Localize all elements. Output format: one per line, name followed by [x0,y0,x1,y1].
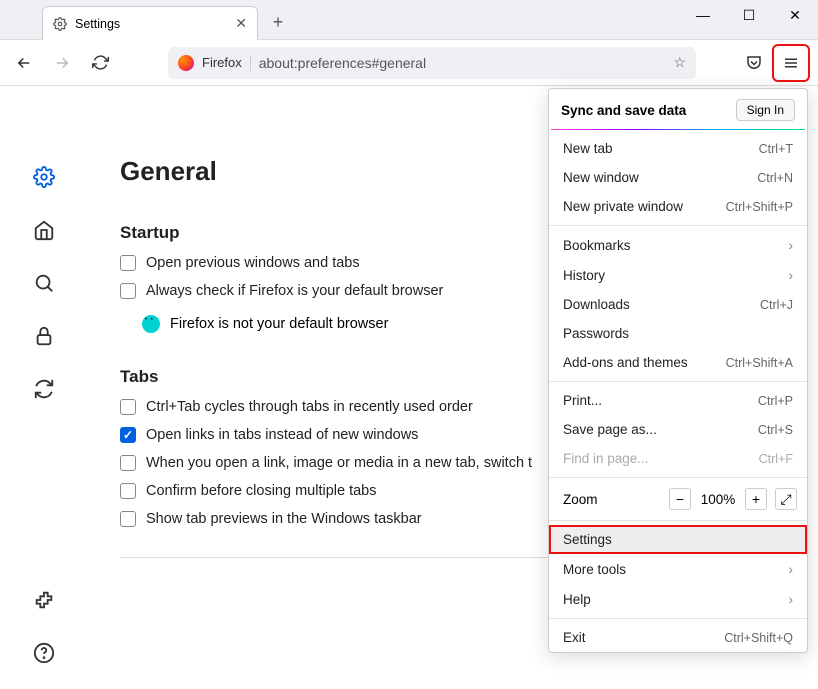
reload-button[interactable] [84,47,116,79]
zoom-in-button[interactable]: + [745,488,767,510]
checkbox-checked-icon[interactable] [120,427,136,443]
confirm-close-label: Confirm before closing multiple tabs [146,483,377,499]
tab-close-icon[interactable]: ✕ [235,15,247,32]
menu-separator [549,618,807,619]
tab-title: Settings [75,17,120,31]
navigation-toolbar: Firefox about:preferences#general ☆ [0,40,818,86]
checkbox-unchecked-icon[interactable] [120,455,136,471]
menu-downloads[interactable]: DownloadsCtrl+J [549,290,807,319]
chevron-right-icon: › [788,237,793,253]
taskbar-preview-label: Show tab previews in the Windows taskbar [146,511,422,527]
open-previous-label: Open previous windows and tabs [146,255,360,271]
menu-passwords[interactable]: Passwords [549,319,807,348]
window-titlebar: Settings ✕ + — ☐ ✕ [0,0,818,40]
menu-sync-header: Sync and save data Sign In [549,89,807,129]
url-separator [250,55,251,71]
firefox-logo-icon [178,55,194,71]
forward-button[interactable] [46,47,78,79]
not-default-label: Firefox is not your default browser [170,316,388,332]
window-close-button[interactable]: ✕ [772,0,818,30]
app-menu-panel: Sync and save data Sign In New tabCtrl+T… [548,88,808,653]
sidebar-general-icon[interactable] [33,166,55,193]
menu-separator [549,477,807,478]
back-button[interactable] [8,47,40,79]
sign-in-button[interactable]: Sign In [736,99,795,121]
sidebar-privacy-icon[interactable] [33,325,55,352]
ctrl-tab-label: Ctrl+Tab cycles through tabs in recently… [146,399,473,415]
menu-separator [549,225,807,226]
menu-zoom-row: Zoom − 100% + ⤢ [549,482,807,516]
url-bar[interactable]: Firefox about:preferences#general ☆ [168,47,696,79]
browser-tab[interactable]: Settings ✕ [42,6,258,40]
url-address: about:preferences#general [259,55,426,71]
sidebar-extensions-icon[interactable] [33,589,55,616]
menu-exit[interactable]: ExitCtrl+Shift+Q [549,623,807,652]
switch-to-label: When you open a link, image or media in … [146,455,532,471]
zoom-label: Zoom [563,492,661,507]
window-maximize-button[interactable]: ☐ [726,0,772,30]
checkbox-unchecked-icon[interactable] [120,255,136,271]
zoom-value: 100% [699,492,737,507]
window-minimize-button[interactable]: — [680,0,726,30]
sidebar-help-icon[interactable] [33,642,55,669]
checkbox-unchecked-icon[interactable] [120,511,136,527]
menu-more-tools[interactable]: More tools› [549,554,807,584]
menu-settings[interactable]: Settings [549,525,807,554]
sidebar-home-icon[interactable] [33,219,55,246]
menu-separator [549,381,807,382]
checkbox-unchecked-icon[interactable] [120,283,136,299]
menu-separator [549,520,807,521]
chevron-right-icon: › [788,561,793,577]
menu-find-in-page: Find in page...Ctrl+F [549,444,807,473]
sad-face-icon [142,315,160,333]
sync-title: Sync and save data [561,103,686,118]
zoom-out-button[interactable]: − [669,488,691,510]
open-links-label: Open links in tabs instead of new window… [146,427,418,443]
menu-history[interactable]: History› [549,260,807,290]
checkbox-unchecked-icon[interactable] [120,483,136,499]
menu-new-tab[interactable]: New tabCtrl+T [549,134,807,163]
chevron-right-icon: › [788,591,793,607]
checkbox-unchecked-icon[interactable] [120,399,136,415]
menu-gradient-divider [551,129,805,130]
url-identity-label: Firefox [202,55,242,70]
chevron-right-icon: › [788,267,793,283]
menu-new-window[interactable]: New windowCtrl+N [549,163,807,192]
new-tab-button[interactable]: + [264,8,292,36]
pocket-button[interactable] [738,47,770,79]
menu-help[interactable]: Help› [549,584,807,614]
menu-bookmarks[interactable]: Bookmarks› [549,230,807,260]
fullscreen-button[interactable]: ⤢ [775,488,797,510]
sidebar-search-icon[interactable] [33,272,55,299]
window-controls: — ☐ ✕ [680,0,818,30]
app-menu-button[interactable] [775,47,807,79]
category-sidebar [0,86,88,689]
gear-icon [53,17,67,31]
menu-print[interactable]: Print...Ctrl+P [549,386,807,415]
menu-addons[interactable]: Add-ons and themesCtrl+Shift+A [549,348,807,377]
menu-new-private-window[interactable]: New private windowCtrl+Shift+P [549,192,807,221]
menu-save-page[interactable]: Save page as...Ctrl+S [549,415,807,444]
sidebar-sync-icon[interactable] [33,378,55,405]
always-check-label: Always check if Firefox is your default … [146,283,443,299]
bookmark-star-icon[interactable]: ☆ [673,54,686,71]
